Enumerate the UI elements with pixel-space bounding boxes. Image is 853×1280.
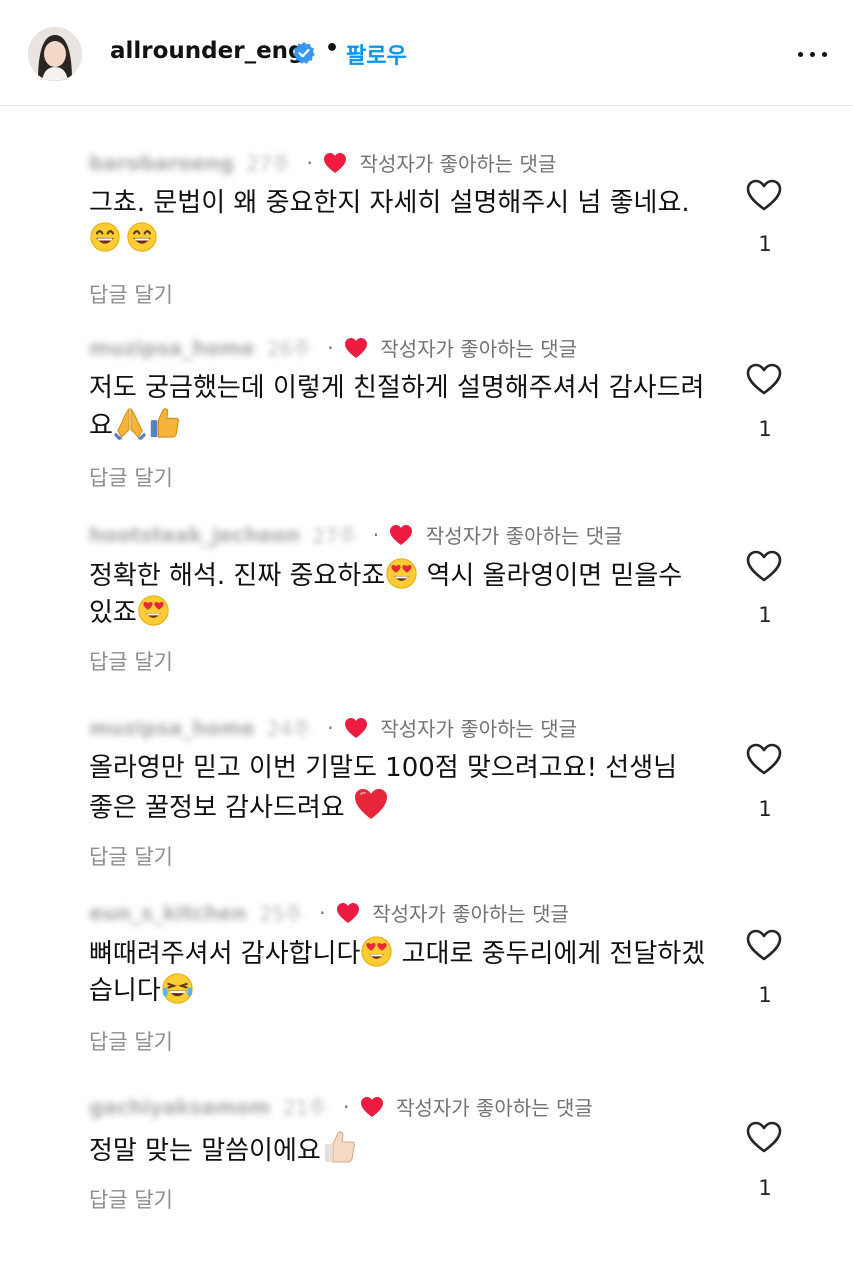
like-count: 1 xyxy=(758,603,772,627)
creator-liked-label: 작성자가 좋아하는 댓글 xyxy=(372,902,569,926)
post-author-username[interactable]: allrounder_eng xyxy=(110,38,305,64)
creator-liked-label: 작성자가 좋아하는 댓글 xyxy=(380,717,578,741)
verified-badge-icon xyxy=(293,42,315,64)
comment-age: 27주 xyxy=(312,524,357,548)
heart-eyes-emoji-icon xyxy=(385,557,418,590)
reply-button[interactable]: 답글 달기 xyxy=(89,1026,173,1056)
creator-liked-heart-icon xyxy=(323,152,347,174)
comment-text-block: 뼈때려주셔서 감사합니다 고대로 중두리에게 전달하겠습니다 xyxy=(89,935,709,1009)
creator-liked-heart-icon xyxy=(389,524,413,546)
meta-separator: · xyxy=(306,150,313,175)
meta-separator: · xyxy=(343,1094,350,1119)
like-count: 1 xyxy=(758,797,772,821)
comment-age: 27주 xyxy=(246,152,291,176)
heart-eyes-emoji-icon xyxy=(137,594,170,627)
commenter-username[interactable]: eun_s_kitchen xyxy=(89,901,247,925)
creator-liked-label: 작성자가 좋아하는 댓글 xyxy=(396,1096,593,1120)
header-separator: • xyxy=(325,36,340,61)
comment-text-part: 정확한 해석. 진짜 중요하죠 xyxy=(89,561,386,591)
comment-meta: gachiyaksamom 21주 · 작성자가 좋아하는 댓글 xyxy=(89,1092,593,1122)
meta-separator: · xyxy=(327,715,334,740)
grinning-face-emoji-icon xyxy=(126,221,158,253)
reply-button[interactable]: 답글 달기 xyxy=(89,646,173,676)
thumbs-up-light-emoji-icon xyxy=(321,1129,357,1165)
like-count: 1 xyxy=(758,1176,772,1200)
commenter-username[interactable]: muzipsa_home xyxy=(89,716,255,740)
commenter-username[interactable]: muzipsa_home xyxy=(89,336,255,360)
post-header: allrounder_eng • 팔로우 xyxy=(0,0,853,106)
like-count: 1 xyxy=(758,232,772,256)
red-heart-emoji-icon xyxy=(353,786,389,822)
comment-meta: muzipsa_home 26주 · 작성자가 좋아하는 댓글 xyxy=(89,333,577,363)
profile-avatar[interactable] xyxy=(28,27,82,81)
reply-button[interactable]: 답글 달기 xyxy=(89,841,173,871)
comment-text-block: 올라영만 믿고 이번 기말도 100점 맞으려고요! 선생님 좋은 꿀정보 감사… xyxy=(89,750,709,826)
creator-liked-label: 작성자가 좋아하는 댓글 xyxy=(359,152,557,176)
creator-liked-heart-icon xyxy=(344,337,368,359)
comment-meta: muzipsa_home 24주 · 작성자가 좋아하는 댓글 xyxy=(89,713,577,743)
comment-text: 정말 맞는 말씀이에요 xyxy=(89,1136,321,1166)
like-heart-icon[interactable] xyxy=(745,178,783,212)
comment-age: 24주 xyxy=(267,717,311,741)
tears-of-joy-emoji-icon xyxy=(161,972,194,1005)
like-heart-icon[interactable] xyxy=(745,549,783,583)
comment-meta: hootsteak_jecheon 27주 · 작성자가 좋아하는 댓글 xyxy=(89,520,623,550)
comment-age: 21주 xyxy=(282,1096,327,1120)
reply-button[interactable]: 답글 달기 xyxy=(89,462,173,492)
comment-age: 26주 xyxy=(267,337,311,361)
like-heart-icon[interactable] xyxy=(745,742,783,776)
comment-meta: barobaroeng 27주 · 작성자가 좋아하는 댓글 xyxy=(89,148,556,178)
comment-text-block: 그쵸. 문법이 왜 중요한지 자세히 설명해주시 넘 좋네요. xyxy=(89,185,709,257)
comment-text: 저도 궁금했는데 이렇게 친절하게 설명해주셔서 감사드려요 xyxy=(89,373,705,441)
follow-button[interactable]: 팔로우 xyxy=(346,38,407,70)
commenter-username[interactable]: barobaroeng xyxy=(89,151,234,175)
like-heart-icon[interactable] xyxy=(745,1120,783,1154)
thumbs-up-emoji-icon xyxy=(147,406,181,440)
creator-liked-heart-icon xyxy=(344,717,368,739)
heart-eyes-emoji-icon xyxy=(360,935,393,968)
meta-separator: · xyxy=(372,522,380,547)
grinning-face-emoji-icon xyxy=(89,221,121,253)
comment-text-block: 정말 맞는 말씀이에요 xyxy=(89,1129,709,1169)
comment-text-part: 뼈때려주셔서 감사합니다 xyxy=(89,939,361,969)
creator-liked-label: 작성자가 좋아하는 댓글 xyxy=(380,337,578,361)
comment-text: 그쵸. 문법이 왜 중요한지 자세히 설명해주시 넘 좋네요. xyxy=(89,188,690,218)
reply-button[interactable]: 답글 달기 xyxy=(89,1184,173,1214)
more-options-icon[interactable] xyxy=(793,38,833,70)
like-count: 1 xyxy=(758,417,772,441)
creator-liked-label: 작성자가 좋아하는 댓글 xyxy=(425,524,623,548)
commenter-username[interactable]: gachiyaksamom xyxy=(89,1095,270,1119)
comment-meta: eun_s_kitchen 25주 · 작성자가 좋아하는 댓글 xyxy=(89,898,569,928)
comment-text-block: 정확한 해석. 진짜 중요하죠 역시 올라영이면 믿을수 있죠 xyxy=(89,557,709,631)
like-heart-icon[interactable] xyxy=(745,928,783,962)
like-count: 1 xyxy=(758,983,772,1007)
comment-age: 25주 xyxy=(258,902,303,926)
reply-button[interactable]: 답글 달기 xyxy=(89,279,173,309)
like-heart-icon[interactable] xyxy=(745,362,783,396)
comment-text-block: 저도 궁금했는데 이렇게 친절하게 설명해주셔서 감사드려요 xyxy=(89,370,709,444)
folded-hands-emoji-icon xyxy=(113,406,147,440)
creator-liked-heart-icon xyxy=(360,1096,384,1118)
commenter-username[interactable]: hootsteak_jecheon xyxy=(89,523,300,547)
meta-separator: · xyxy=(327,335,334,360)
meta-separator: · xyxy=(319,900,326,925)
creator-liked-heart-icon xyxy=(336,902,360,924)
